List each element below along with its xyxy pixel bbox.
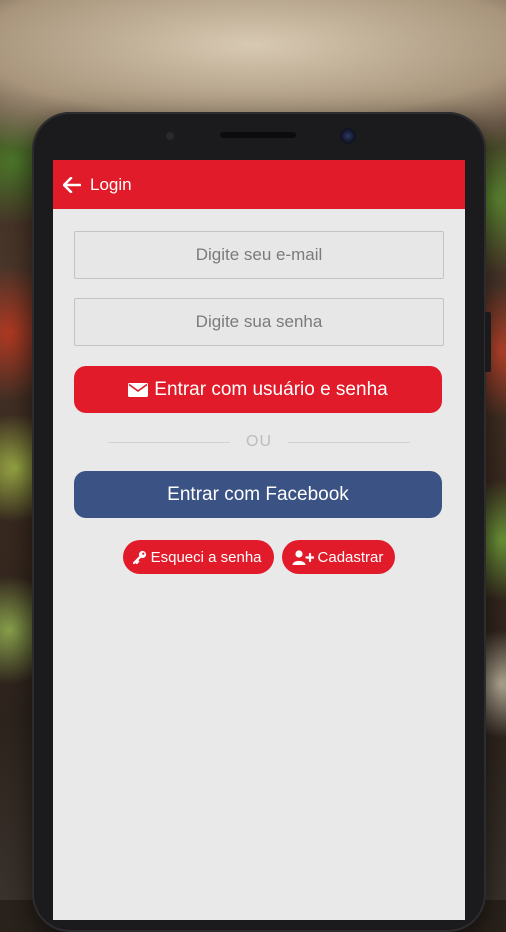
register-button[interactable]: Cadastrar xyxy=(281,540,396,574)
email-field[interactable] xyxy=(74,231,444,279)
phone-speaker xyxy=(220,132,296,138)
facebook-login-button[interactable]: Entrar com Facebook xyxy=(74,471,442,518)
facebook-button-label: Entrar com Facebook xyxy=(167,483,349,505)
page-title: Login xyxy=(90,174,132,194)
phone-side-button xyxy=(485,312,491,372)
phone-sensor xyxy=(166,132,174,140)
or-divider: OU xyxy=(74,413,444,471)
key-icon xyxy=(132,550,146,564)
login-button[interactable]: Entrar com usuário e senha xyxy=(74,366,442,413)
arrow-left-icon[interactable] xyxy=(63,176,81,193)
password-field[interactable] xyxy=(74,298,444,346)
forgot-password-label: Esqueci a senha xyxy=(150,548,262,566)
envelope-icon xyxy=(128,382,149,397)
login-button-label: Entrar com usuário e senha xyxy=(154,378,388,400)
forgot-password-button[interactable]: Esqueci a senha xyxy=(122,540,274,574)
app-bar: Login xyxy=(53,160,465,209)
phone-frame: Login Entrar com usuário e senha OU xyxy=(32,112,491,932)
phone-camera xyxy=(340,128,356,144)
user-plus-icon xyxy=(292,549,314,565)
login-form: Entrar com usuário e senha OU Entrar com… xyxy=(53,209,465,574)
secondary-actions: Esqueci a senha Cadastrar xyxy=(74,540,444,574)
app-screen: Login Entrar com usuário e senha OU xyxy=(53,160,465,920)
register-label: Cadastrar xyxy=(317,548,384,566)
divider-line-right xyxy=(288,441,410,443)
divider-text: OU xyxy=(246,433,272,450)
divider-line-left xyxy=(108,441,230,443)
